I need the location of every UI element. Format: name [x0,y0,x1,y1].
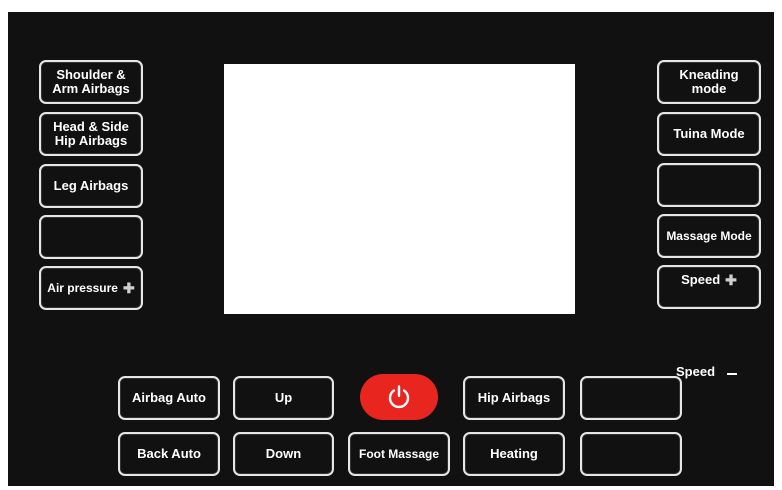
head-side-hip-airbags-button[interactable]: Head & Side Hip Airbags [39,112,143,156]
plus-icon: ✚ [725,272,737,288]
foot-massage-button[interactable]: Foot Massage [348,432,450,476]
tuina-mode-label: Tuina Mode [673,126,745,141]
blank-bottom-1-button[interactable] [580,376,682,420]
down-label: Down [265,446,302,461]
up-label: Up [274,390,293,405]
speed-down-label: Speed [676,364,716,379]
massage-mode-button[interactable]: Massage Mode [657,214,761,258]
plus-icon: ✚ [122,280,135,296]
kneading-mode-label: Kneading mode [679,67,739,96]
kneading-mode-button[interactable]: Kneading mode [657,60,761,104]
speed-down-button[interactable]: Speed [676,364,738,379]
air-pressure-label: Air pressure [47,281,118,295]
back-auto-label: Back Auto [137,446,201,461]
tuina-mode-button[interactable]: Tuina Mode [657,112,761,156]
minus-icon [727,372,738,375]
blank-right-button[interactable] [657,163,761,207]
leg-airbags-label: Leg Airbags [53,178,129,193]
heating-label: Heating [490,446,538,461]
power-icon [388,385,410,409]
speed-up-label: Speed [681,272,721,287]
down-button[interactable]: Down [233,432,334,476]
power-button[interactable] [360,374,438,420]
airbag-auto-label: Airbag Auto [132,390,206,405]
display-screen [224,64,575,314]
air-pressure-button[interactable]: Air pressure ✚ [39,266,143,310]
leg-airbags-button[interactable]: Leg Airbags [39,164,143,208]
speed-up-button[interactable]: Speed ✚ [657,265,761,309]
hip-airbags-button[interactable]: Hip Airbags [463,376,565,420]
back-auto-button[interactable]: Back Auto [118,432,220,476]
heating-button[interactable]: Heating [463,432,565,476]
airbag-auto-button[interactable]: Airbag Auto [118,376,220,420]
shoulder-arm-airbags-button[interactable]: Shoulder & Arm Airbags [39,60,143,104]
shoulder-arm-airbags-label: Shoulder & Arm Airbags [52,67,130,96]
up-button[interactable]: Up [233,376,334,420]
massage-mode-label: Massage Mode [666,229,752,243]
head-side-hip-airbags-label: Head & Side Hip Airbags [53,119,129,148]
hip-airbags-label: Hip Airbags [477,390,551,405]
foot-massage-label: Foot Massage [358,447,439,461]
blank-bottom-2-button[interactable] [580,432,682,476]
blank-left-button[interactable] [39,215,143,259]
